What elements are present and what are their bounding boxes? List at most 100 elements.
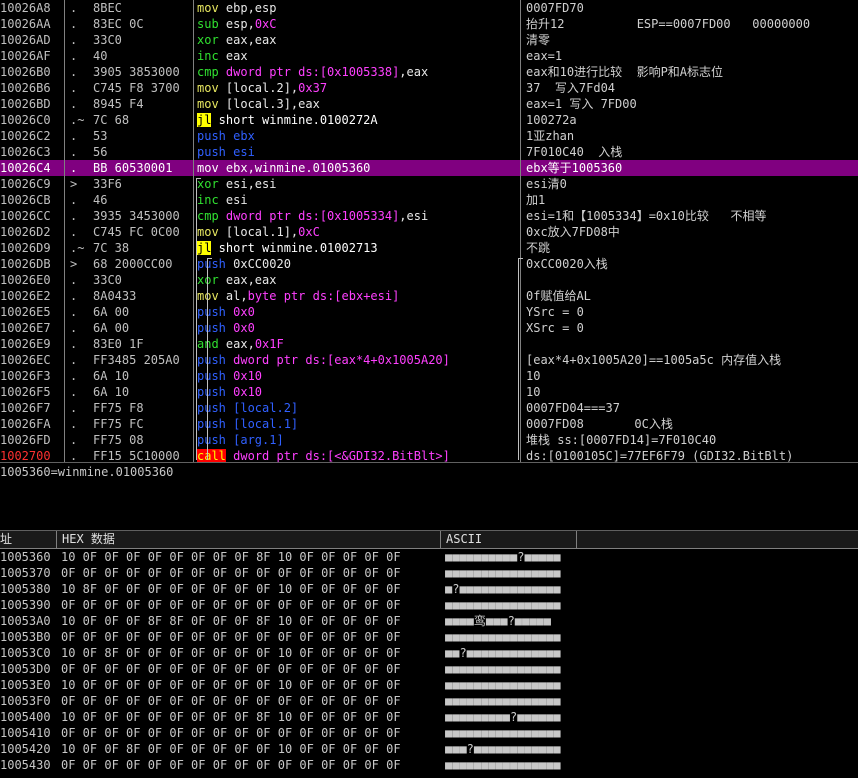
disasm-hex: 7C 38 xyxy=(93,241,130,255)
dump-row[interactable]: 10053F0 0F 0F 0F 0F 0F 0F 0F 0F 0F 0F 0F … xyxy=(0,693,858,709)
disasm-instruction: push [arg.1] xyxy=(197,432,507,448)
memory-dump-pane[interactable]: 址 HEX 数据 ASCII 1005360 10 0F 0F 0F 0F 0F … xyxy=(0,530,858,778)
disasm-instruction: mov ebx,winmine.01005360 xyxy=(197,160,507,176)
dump-row[interactable]: 10053A0 10 0F 0F 0F 8F 8F 0F 0F 0F 8F 10 … xyxy=(0,613,858,629)
disasm-row[interactable]: 10026E2. 8A0433 mov al,byte ptr ds:[ebx+es… xyxy=(0,288,858,304)
disasm-marker: .~ xyxy=(70,241,84,255)
disasm-row[interactable]: 10026F3. 6A 10 push 0x10 10 xyxy=(0,368,858,384)
disasm-row[interactable]: 10026E9. 83E0 1F and eax,0x1F xyxy=(0,336,858,352)
instruction-token: short winmine.0100272A xyxy=(211,113,378,127)
disasm-address: 10026E2 xyxy=(0,289,51,303)
info-pane: 1005360=winmine.01005360 xyxy=(0,462,858,529)
disasm-row[interactable]: 10026C2. 53 push ebx 1亚zhan xyxy=(0,128,858,144)
disasm-row[interactable]: 10026A8. 8BEC mov ebp,esp 0007FD70 xyxy=(0,0,858,16)
disasm-row[interactable]: 10026AF. 40 inc eax eax=1 xyxy=(0,48,858,64)
dump-row[interactable]: 10053C0 10 0F 8F 0F 0F 0F 0F 0F 0F 0F 10 … xyxy=(0,645,858,661)
disasm-instruction: jl short winmine.0100272A xyxy=(197,112,507,128)
info-line: 1005360=winmine.01005360 xyxy=(0,465,174,479)
instruction-token: 0x10 xyxy=(233,385,263,399)
disasm-row[interactable]: 10026FA. FF75 FC push [local.1] 0007FD08 0C… xyxy=(0,416,858,432)
disasm-marker: . xyxy=(70,1,78,15)
disasm-row[interactable]: 10026D2. C745 FC 0C00 mov [local.1],0xC 0xc… xyxy=(0,224,858,240)
disasm-comment: 0xCC0020入栈 xyxy=(526,257,608,271)
disasm-hex: 83EC 0C xyxy=(93,17,144,31)
disasm-row[interactable]: 10026C0 .~ 7C 68 jl short winmine.0100272A 1… xyxy=(0,112,858,128)
dump-row[interactable]: 10053D0 0F 0F 0F 0F 0F 0F 0F 0F 0F 0F 0F … xyxy=(0,661,858,677)
instruction-token: esi xyxy=(233,145,255,159)
dump-hex-bytes: 10 8F 0F 0F 0F 0F 0F 0F 0F 0F 10 0F 0F 0… xyxy=(61,582,401,596)
disassembly-pane[interactable]: 10026A8. 8BEC mov ebp,esp 0007FD70 10026AA. 8… xyxy=(0,0,858,464)
disasm-comment: esi清0 xyxy=(526,177,567,191)
disasm-instruction: push [local.2] xyxy=(197,400,507,416)
disasm-marker: . xyxy=(70,145,78,159)
disasm-marker: . xyxy=(70,369,78,383)
disasm-row[interactable]: 10026C9 >33F6 xor esi,esi esi清0 xyxy=(0,176,858,192)
instruction-token: 0xCC0020 xyxy=(233,257,291,271)
disasm-marker: . xyxy=(70,49,78,63)
disasm-marker: . xyxy=(70,225,78,239)
disasm-row[interactable]: 10026BD. 8945 F4 mov [local.3],eax eax=1 写入… xyxy=(0,96,858,112)
disasm-address: 10026CC xyxy=(0,209,51,223)
dump-row[interactable]: 1005430 0F 0F 0F 0F 0F 0F 0F 0F 0F 0F 0F … xyxy=(0,757,858,773)
disasm-row[interactable]: 10026C4. BB 60530001 mov ebx,winmine.01005… xyxy=(0,160,858,176)
disasm-row[interactable]: 10026AA. 83EC 0C sub esp,0xC 抬升12 ESP==0007… xyxy=(0,16,858,32)
dump-row[interactable]: 10053E0 10 0F 0F 0F 0F 0F 0F 0F 0F 0F 10 … xyxy=(0,677,858,693)
disasm-instruction: inc esi xyxy=(197,192,507,208)
dump-row[interactable]: 1005400 10 0F 0F 0F 0F 0F 0F 0F 0F 8F 10 … xyxy=(0,709,858,725)
loop-bracket-tick xyxy=(207,258,212,259)
instruction-token: xor xyxy=(197,273,226,287)
disasm-row[interactable]: 10026E0. 33C0 xor eax,eax xyxy=(0,272,858,288)
dump-hex-bytes: 10 0F 0F 0F 0F 0F 0F 0F 0F 8F 10 0F 0F 0… xyxy=(61,710,401,724)
dump-row[interactable]: 1005380 10 8F 0F 0F 0F 0F 0F 0F 0F 0F 10 … xyxy=(0,581,858,597)
disasm-row[interactable]: 10026FD. FF75 08 push [arg.1] 堆栈 ss:[0007FD… xyxy=(0,432,858,448)
disasm-row[interactable]: 10026E7. 6A 00 push 0x0 XSrc = 0 xyxy=(0,320,858,336)
disasm-marker: . xyxy=(70,129,78,143)
instruction-token: mov xyxy=(197,97,226,111)
disasm-comment: 抬升12 ESP==0007FD00 00000000 xyxy=(526,17,811,31)
disasm-row[interactable]: 10026DB >68 2000CC00 push 0xCC0020 0xCC0020… xyxy=(0,256,858,272)
disasm-row[interactable]: 10026CC. 3935 3453000 cmp dword ptr ds:[0x… xyxy=(0,208,858,224)
disasm-address: 10026F5 xyxy=(0,385,51,399)
instruction-token: short winmine.01002713 xyxy=(211,241,378,255)
instruction-token: push xyxy=(197,305,234,319)
disasm-row[interactable]: 10026D9 .~ 7C 38 jl short winmine.01002713 不… xyxy=(0,240,858,256)
dump-row[interactable]: 1005360 10 0F 0F 0F 0F 0F 0F 0F 0F 8F 10 … xyxy=(0,549,858,565)
disasm-instruction: xor eax,eax xyxy=(197,272,507,288)
disasm-row[interactable]: 10026B6. C745 F8 3700 mov [local.2],0x37 37… xyxy=(0,80,858,96)
disasm-marker: . xyxy=(70,17,78,31)
disasm-comment: 1亚zhan xyxy=(526,129,575,143)
disasm-row[interactable]: 10026F7. FF75 F8 push [local.2] 0007FD04===… xyxy=(0,400,858,416)
disasm-address: 10026B0 xyxy=(0,65,51,79)
instruction-token: 0x1F xyxy=(254,337,284,351)
disasm-instruction: cmp dword ptr ds:[0x1005334],esi xyxy=(197,208,507,224)
disasm-row[interactable]: 10026B0. 3905 3853000 cmp dword ptr ds:[0x… xyxy=(0,64,858,80)
dump-header-ascii[interactable]: ASCII xyxy=(446,531,482,548)
disasm-marker: .~ xyxy=(70,113,84,127)
instruction-token: push xyxy=(197,385,234,399)
dump-row[interactable]: 1005390 0F 0F 0F 0F 0F 0F 0F 0F 0F 0F 0F … xyxy=(0,597,858,613)
instruction-token: eax,eax xyxy=(225,273,277,287)
instruction-token: mov ebx,winmine.01005360 xyxy=(197,161,371,175)
disasm-address: 10026AD xyxy=(0,33,51,47)
dump-row[interactable]: 1005410 0F 0F 0F 0F 0F 0F 0F 0F 0F 0F 0F … xyxy=(0,725,858,741)
disasm-row[interactable]: 10026EC. FF3485 205A0 push dword ptr ds:[e… xyxy=(0,352,858,368)
disasm-comment: XSrc = 0 xyxy=(526,321,584,335)
disasm-marker: . xyxy=(70,417,78,431)
dump-row[interactable]: 10053B0 0F 0F 0F 0F 0F 0F 0F 0F 0F 0F 0F … xyxy=(0,629,858,645)
disasm-comment: esi=1和【1005334】=0x10比较 不相等 xyxy=(526,209,767,223)
disasm-instruction: jl short winmine.01002713 xyxy=(197,240,507,256)
dump-header-address[interactable]: 址 xyxy=(0,531,12,548)
disasm-row[interactable]: 10026AD. 33C0 xor eax,eax 清零 xyxy=(0,32,858,48)
dump-row[interactable]: 1005370 0F 0F 0F 0F 0F 0F 0F 0F 0F 0F 0F … xyxy=(0,565,858,581)
disasm-marker: > xyxy=(70,177,78,191)
dump-header-hex[interactable]: HEX 数据 xyxy=(62,531,115,548)
disasm-row[interactable]: 10026E5. 6A 00 push 0x0 YSrc = 0 xyxy=(0,304,858,320)
disasm-row[interactable]: 10026C3. 56 push esi 7F010C40 入栈 xyxy=(0,144,858,160)
disasm-row[interactable]: 10026F5. 6A 10 push 0x10 10 xyxy=(0,384,858,400)
disasm-row[interactable]: 10026CB. 46 inc esi 加1 xyxy=(0,192,858,208)
instruction-token: push xyxy=(197,369,234,383)
dump-ascii: ■■?■■■■■■■■■■■■■ xyxy=(445,646,561,660)
dump-rows: 1005360 10 0F 0F 0F 0F 0F 0F 0F 0F 8F 10 … xyxy=(0,549,858,773)
instruction-token: 0x0 xyxy=(233,305,255,319)
dump-row[interactable]: 1005420 10 0F 0F 8F 0F 0F 0F 0F 0F 0F 10 … xyxy=(0,741,858,757)
